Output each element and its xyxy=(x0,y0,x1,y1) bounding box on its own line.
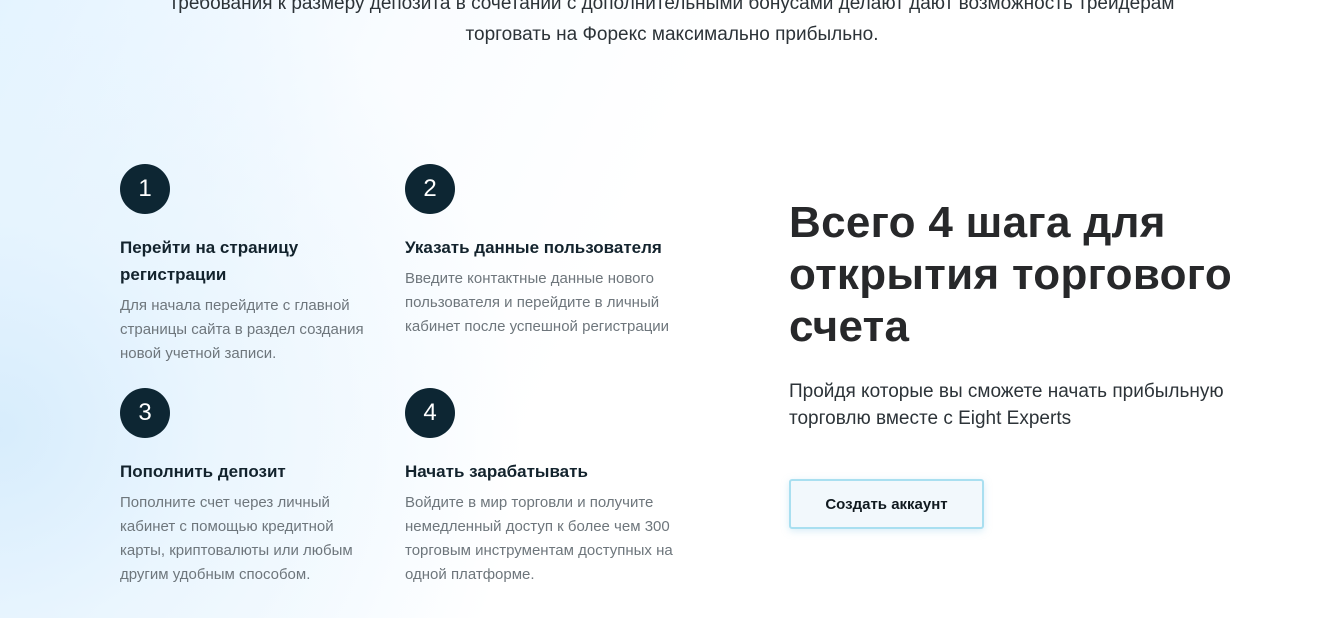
step-2: 2 Указать данные пользователя Введите ко… xyxy=(405,164,680,339)
step-description: Введите контактные данные нового пользов… xyxy=(405,270,670,335)
section-subtext: Пройдя которые вы сможете начать прибыль… xyxy=(789,381,1224,429)
step-description: Для начала перейдите с главной страницы … xyxy=(120,297,364,362)
intro-line-2: торговать на Форекс максимально прибыльн… xyxy=(465,24,879,45)
step-title: Начать зарабатывать xyxy=(405,462,588,481)
create-account-button[interactable]: Создать аккаунт xyxy=(789,479,984,529)
step-number-badge: 4 xyxy=(405,388,455,438)
step-description: Войдите в мир торговли и получите немедл… xyxy=(405,494,673,583)
step-4: 4 Начать зарабатывать Войдите в мир торг… xyxy=(405,388,680,587)
step-number-badge: 2 xyxy=(405,164,455,214)
step-3: 3 Пополнить депозит Пополните счет через… xyxy=(120,388,395,587)
step-number-badge: 3 xyxy=(120,388,170,438)
intro-paragraph: требования к размеру депозита в сочетани… xyxy=(0,0,1344,50)
step-number-badge: 1 xyxy=(120,164,170,214)
step-1: 1 Перейти на страницу регистрации Для на… xyxy=(120,164,395,366)
step-title: Пополнить депозит xyxy=(120,462,286,481)
step-title: Перейти на страницу регистрации xyxy=(120,238,299,284)
intro-line-1: требования к размеру депозита в сочетани… xyxy=(169,0,1175,14)
step-title: Указать данные пользователя xyxy=(405,238,662,257)
page: требования к размеру депозита в сочетани… xyxy=(0,0,1344,618)
step-description: Пополните счет через личный кабинет с по… xyxy=(120,494,353,583)
section-headline: Всего 4 шага для открытия торгового счет… xyxy=(789,198,1233,351)
